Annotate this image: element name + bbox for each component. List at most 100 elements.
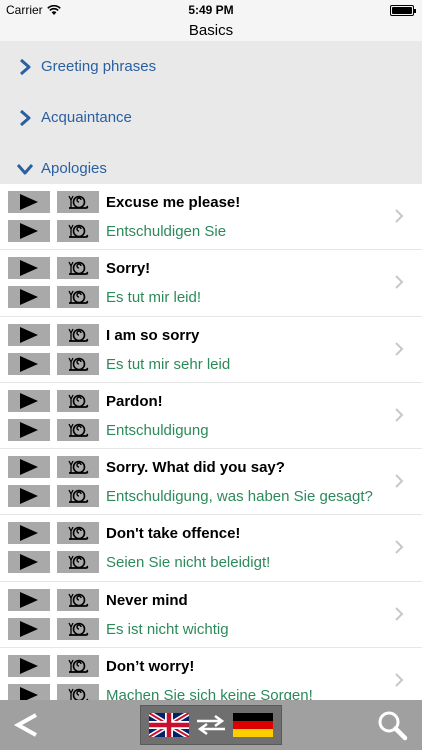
phrase-english: Don’t worry! bbox=[106, 658, 195, 676]
play-icon bbox=[20, 194, 38, 210]
play-icon bbox=[20, 687, 38, 700]
play-german-button[interactable] bbox=[8, 286, 50, 309]
play-english-button[interactable] bbox=[8, 191, 50, 213]
snail-icon bbox=[68, 290, 89, 305]
snail-icon bbox=[68, 489, 89, 504]
slow-play-english-button[interactable] bbox=[57, 389, 99, 412]
play-icon bbox=[20, 260, 38, 277]
category-acquaintance[interactable]: Acquaintance bbox=[0, 92, 422, 143]
snail-icon bbox=[68, 688, 89, 700]
chevron-right-icon[interactable] bbox=[394, 539, 404, 555]
chevron-right-icon[interactable] bbox=[394, 341, 404, 357]
chevron-right-icon[interactable] bbox=[394, 672, 404, 688]
phrase-english: Pardon! bbox=[106, 392, 163, 410]
page-title: Basics bbox=[0, 20, 422, 41]
play-english-button[interactable] bbox=[8, 389, 50, 412]
slow-play-english-button[interactable] bbox=[57, 191, 99, 213]
phrase-row[interactable]: Sorry! Es tut mir leid! bbox=[0, 250, 422, 317]
play-icon bbox=[20, 392, 38, 409]
chevron-right-icon[interactable] bbox=[394, 407, 404, 423]
slow-play-english-button[interactable] bbox=[57, 588, 99, 611]
play-german-button[interactable] bbox=[8, 684, 50, 700]
phrase-english: Don't take offence! bbox=[106, 525, 241, 543]
play-german-button[interactable] bbox=[8, 220, 50, 242]
play-german-button[interactable] bbox=[8, 551, 50, 574]
play-english-button[interactable] bbox=[8, 456, 50, 479]
play-english-button[interactable] bbox=[8, 588, 50, 611]
play-german-button[interactable] bbox=[8, 418, 50, 441]
slow-play-german-button[interactable] bbox=[57, 352, 99, 375]
slow-play-english-button[interactable] bbox=[57, 323, 99, 346]
phrase-row[interactable]: Never mind Es ist nicht wichtig bbox=[0, 582, 422, 649]
snail-icon bbox=[68, 224, 89, 238]
slow-play-german-button[interactable] bbox=[57, 485, 99, 508]
snail-icon bbox=[68, 394, 89, 408]
phrase-german: Seien Sie nicht beleidigt! bbox=[106, 554, 271, 572]
play-english-button[interactable] bbox=[8, 522, 50, 545]
play-english-button[interactable] bbox=[8, 655, 50, 678]
chevron-right-icon[interactable] bbox=[394, 606, 404, 622]
snail-icon bbox=[68, 328, 89, 342]
slow-play-german-button[interactable] bbox=[57, 418, 99, 441]
category-greeting-phrases[interactable]: Greeting phrases bbox=[0, 41, 422, 92]
phrase-list[interactable]: Excuse me please! Entschuldigen Sie Sorr… bbox=[0, 184, 422, 700]
chevron-right-icon[interactable] bbox=[394, 274, 404, 290]
snail-icon bbox=[68, 261, 89, 276]
play-icon bbox=[20, 554, 38, 571]
language-switch-button[interactable] bbox=[140, 705, 282, 745]
slow-play-german-button[interactable] bbox=[57, 220, 99, 242]
slow-play-english-button[interactable] bbox=[57, 257, 99, 280]
phrase-row[interactable]: Don't take offence! Seien Sie nicht bele… bbox=[0, 515, 422, 582]
slow-play-german-button[interactable] bbox=[57, 286, 99, 309]
snail-icon bbox=[68, 622, 89, 636]
phrase-row[interactable]: Sorry. What did you say? Entschuldigung,… bbox=[0, 449, 422, 516]
phrase-row[interactable]: Excuse me please! Entschuldigen Sie bbox=[0, 184, 422, 251]
chevron-down-icon bbox=[17, 163, 33, 174]
battery-icon bbox=[390, 5, 416, 16]
chevron-right-icon bbox=[20, 58, 31, 75]
magnifier-icon[interactable] bbox=[376, 709, 408, 741]
slow-play-german-button[interactable] bbox=[57, 684, 99, 700]
play-english-button[interactable] bbox=[8, 323, 50, 346]
phrase-german: Entschuldigung bbox=[106, 421, 209, 439]
phrase-english: I am so sorry bbox=[106, 326, 200, 344]
play-icon bbox=[20, 355, 38, 372]
play-german-button[interactable] bbox=[8, 617, 50, 640]
bottom-toolbar bbox=[0, 700, 422, 750]
phrase-row[interactable]: Pardon! Entschuldigung bbox=[0, 383, 422, 450]
play-icon bbox=[20, 488, 38, 505]
play-german-button[interactable] bbox=[8, 352, 50, 375]
back-arrow-icon[interactable] bbox=[12, 710, 40, 740]
chevron-right-icon[interactable] bbox=[394, 208, 404, 224]
chevron-right-icon bbox=[20, 109, 31, 126]
slow-play-english-button[interactable] bbox=[57, 456, 99, 479]
status-bar: Carrier 5:49 PM bbox=[0, 0, 422, 20]
play-icon bbox=[20, 591, 38, 608]
play-icon bbox=[20, 289, 38, 306]
phrase-row[interactable]: Don’t worry! Machen Sie sich keine Sorge… bbox=[0, 648, 422, 700]
phrase-row[interactable]: I am so sorry Es tut mir sehr leid bbox=[0, 317, 422, 383]
phrase-german: Es tut mir leid! bbox=[106, 289, 202, 307]
category-label: Greeting phrases bbox=[41, 58, 157, 75]
german-flag-icon bbox=[233, 713, 273, 737]
play-icon bbox=[20, 326, 38, 343]
uk-flag-icon bbox=[149, 713, 189, 737]
chevron-right-icon[interactable] bbox=[394, 473, 404, 489]
play-icon bbox=[20, 223, 38, 239]
phrase-english: Excuse me please! bbox=[106, 194, 241, 211]
category-label: Acquaintance bbox=[41, 109, 132, 126]
category-label: Apologies bbox=[41, 160, 107, 177]
play-english-button[interactable] bbox=[8, 257, 50, 280]
snail-icon bbox=[68, 423, 89, 437]
play-german-button[interactable] bbox=[8, 485, 50, 508]
play-icon bbox=[20, 658, 38, 675]
snail-icon bbox=[68, 460, 89, 475]
slow-play-english-button[interactable] bbox=[57, 522, 99, 545]
phrase-german: Entschuldigung, was haben Sie gesagt? bbox=[106, 488, 373, 506]
slow-play-english-button[interactable] bbox=[57, 655, 99, 678]
slow-play-german-button[interactable] bbox=[57, 551, 99, 574]
play-icon bbox=[20, 525, 38, 542]
phrase-german: Machen Sie sich keine Sorgen! bbox=[106, 687, 313, 700]
slow-play-german-button[interactable] bbox=[57, 617, 99, 640]
phrase-german: Es ist nicht wichtig bbox=[106, 620, 229, 638]
